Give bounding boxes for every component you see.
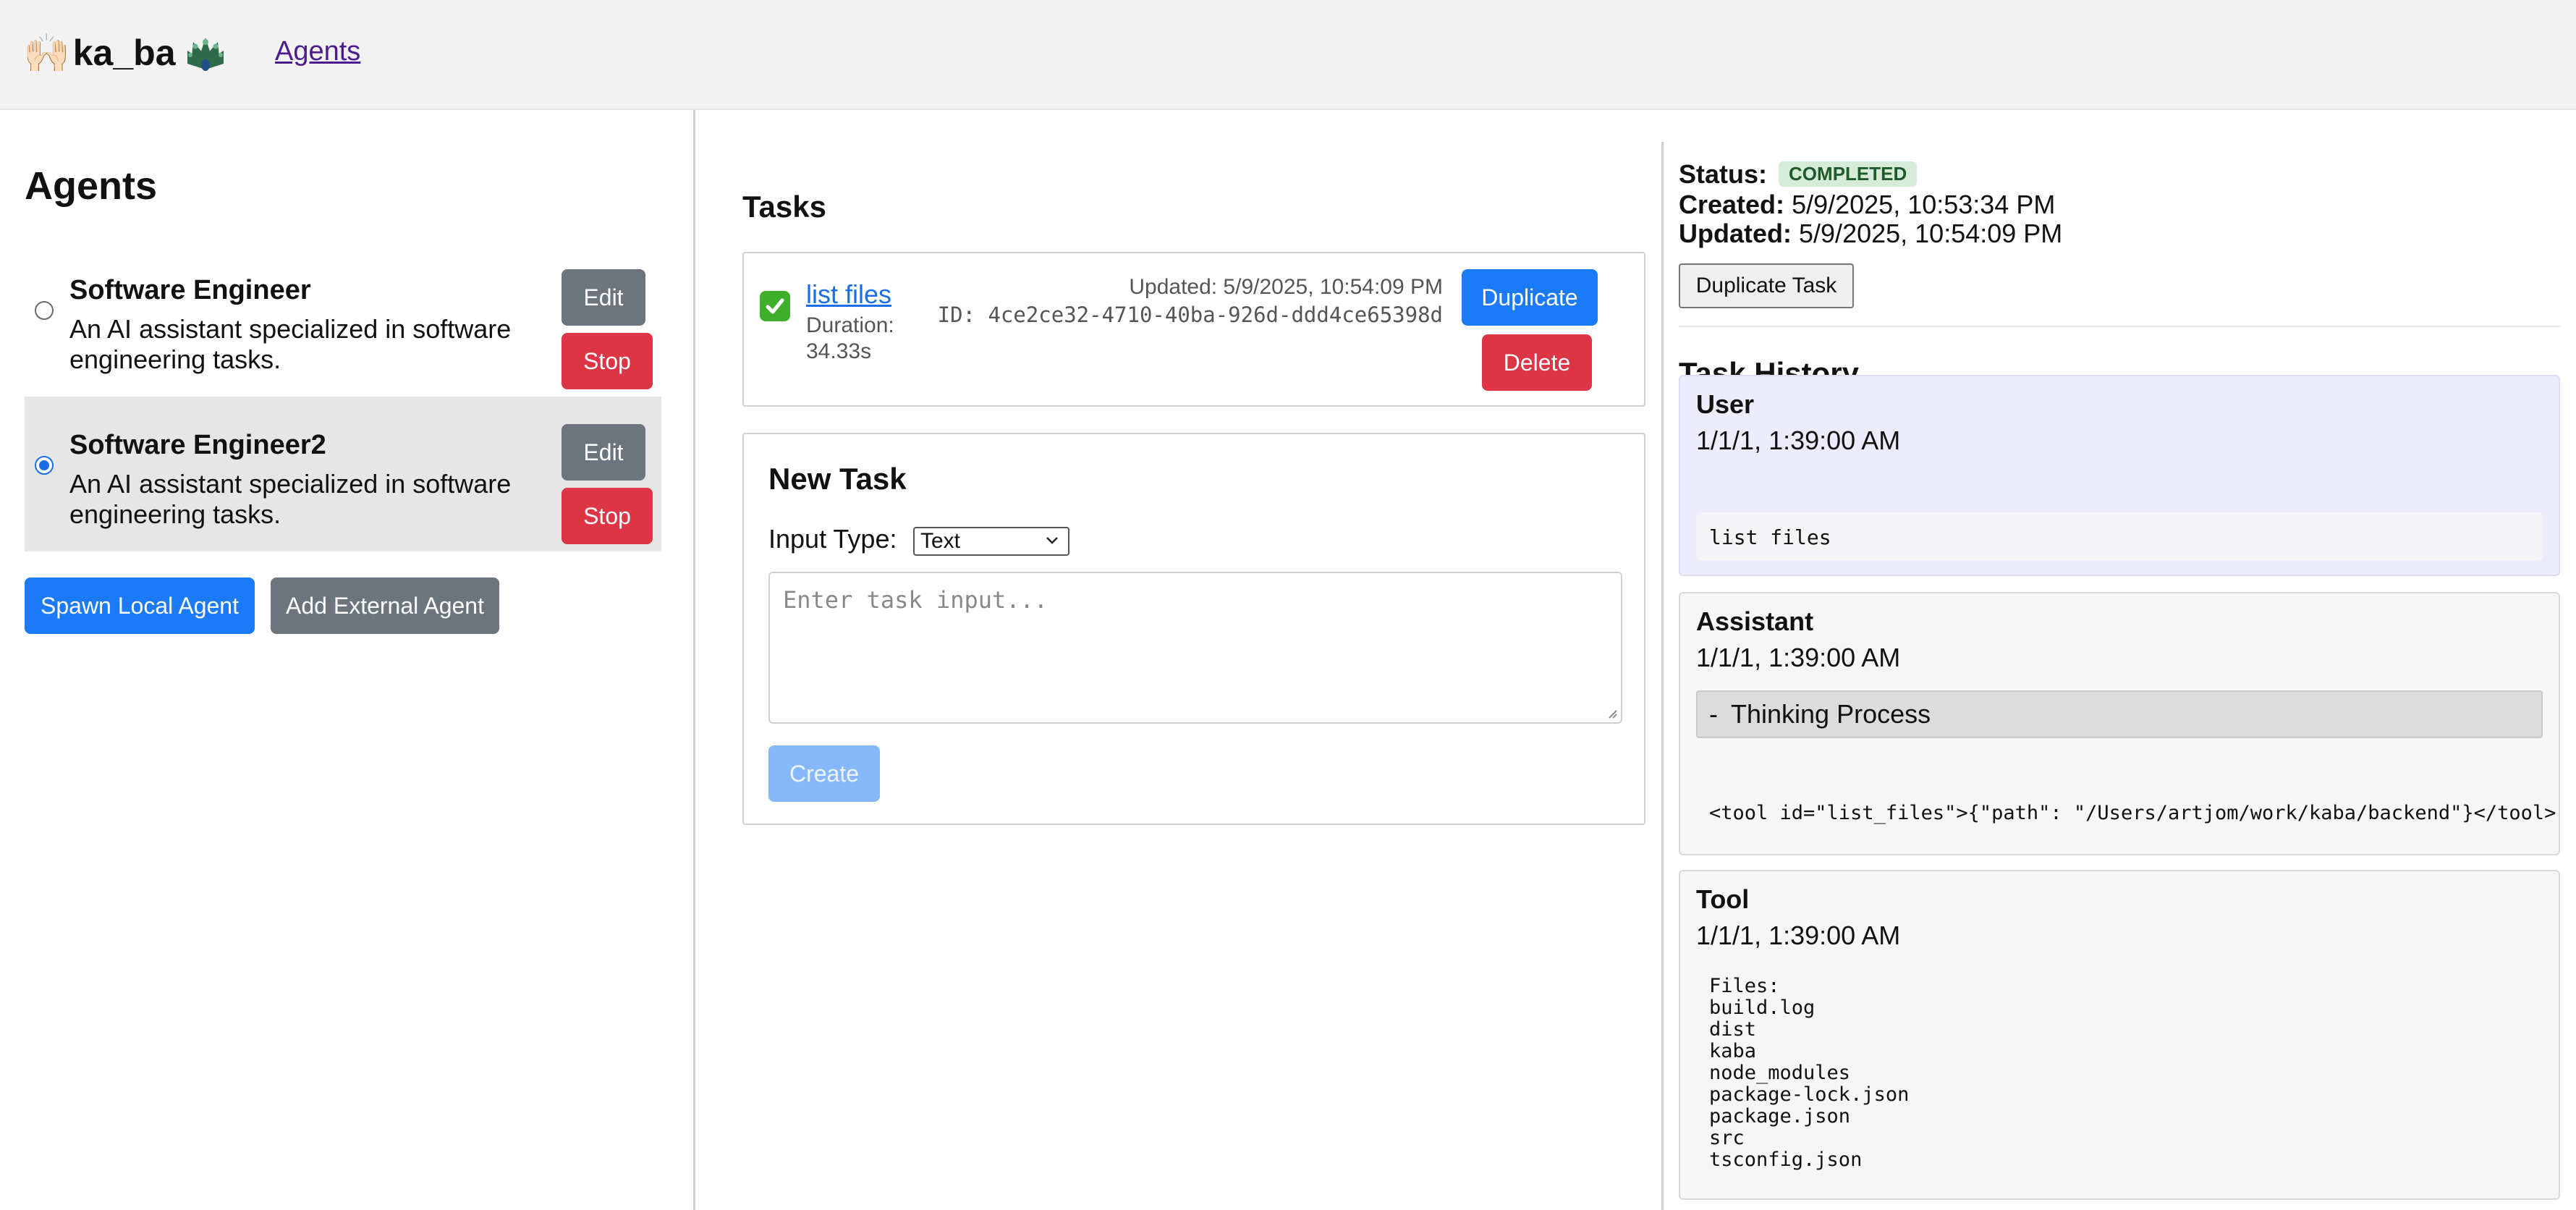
message-content: list files	[1696, 512, 2543, 560]
task-duration: Duration: 34.33s	[806, 313, 929, 365]
task-card: list files Duration: 34.33s Updated: 5/9…	[742, 252, 1645, 407]
chevron-down-icon	[1046, 537, 1058, 544]
message-time: 1/1/1, 1:39:00 AM	[1696, 426, 1901, 455]
message-time: 1/1/1, 1:39:00 AM	[1696, 921, 1901, 950]
updated-value: 5/9/2025, 10:54:09 PM	[1799, 219, 2063, 248]
stop-agent-button[interactable]: Stop	[562, 488, 653, 544]
agent-name: Software Engineer2	[69, 430, 326, 460]
duration-value: 34.33s	[806, 339, 872, 363]
top-navbar: 🙌🏻 ka_ba Agents	[0, 0, 2576, 110]
edit-agent-button[interactable]: Edit	[562, 269, 645, 326]
message-role: User	[1696, 389, 1755, 419]
task-input-placeholder: Enter task input...	[783, 586, 1048, 614]
task-name-link[interactable]: list files	[806, 279, 891, 310]
duplicate-task-detail-button[interactable]: Duplicate Task	[1679, 263, 1854, 308]
edit-agent-button[interactable]: Edit	[562, 424, 645, 481]
raised-hands-icon: 🙌🏻	[23, 32, 70, 75]
created-label: Created:	[1679, 190, 1785, 219]
brand-logo[interactable]: 🙌🏻 ka_ba	[23, 29, 226, 77]
tool-output: Files: build.log dist kaba node_modules …	[1709, 975, 1910, 1171]
agent-radio[interactable]	[35, 456, 54, 475]
input-type-label: Input Type:	[768, 524, 897, 554]
check-icon	[760, 291, 790, 321]
nav-agents-link[interactable]: Agents	[275, 36, 360, 67]
column-divider	[693, 110, 695, 1210]
history-message-assistant: Assistant 1/1/1, 1:39:00 AM - Thinking P…	[1679, 592, 2560, 855]
status-badge: COMPLETED	[1779, 161, 1918, 187]
brand-name: ka_ba	[72, 33, 176, 73]
input-type-select[interactable]: Text	[913, 527, 1069, 556]
message-time: 1/1/1, 1:39:00 AM	[1696, 643, 1901, 672]
delete-task-button[interactable]: Delete	[1482, 334, 1592, 391]
updated-label: Updated:	[1679, 219, 1792, 248]
peacock-icon	[187, 38, 224, 71]
history-message-user: User 1/1/1, 1:39:00 AM list files	[1679, 375, 2560, 576]
tool-call-code: <tool id="list_files">{"path": "/Users/a…	[1709, 802, 2556, 824]
resize-grip-icon[interactable]	[1605, 706, 1618, 719]
created-value: 5/9/2025, 10:53:34 PM	[1792, 190, 2056, 219]
duplicate-task-button[interactable]: Duplicate	[1462, 269, 1598, 326]
divider	[1679, 326, 2560, 327]
status-label: Status:	[1679, 159, 1768, 189]
add-external-agent-button[interactable]: Add External Agent	[271, 578, 499, 634]
stop-agent-button[interactable]: Stop	[562, 333, 653, 389]
duration-label: Duration:	[806, 313, 894, 337]
agent-description: An AI assistant specialized in software …	[69, 469, 512, 529]
message-role: Tool	[1696, 884, 1750, 914]
input-type-value: Text	[920, 529, 961, 553]
create-task-button[interactable]: Create	[768, 745, 880, 802]
created-line: Created: 5/9/2025, 10:53:34 PM	[1679, 190, 2055, 220]
column-divider	[1661, 142, 1664, 1210]
new-task-heading: New Task	[768, 462, 907, 496]
agent-description: An AI assistant specialized in software …	[69, 314, 512, 374]
task-id: ID: 4ce2ce32-4710-40ba-926d-ddd4ce65398d	[937, 302, 1443, 327]
task-input-textarea[interactable]: Enter task input...	[768, 572, 1622, 724]
agent-name: Software Engineer	[69, 275, 311, 305]
thinking-process-toggle[interactable]: - Thinking Process	[1696, 690, 2543, 738]
history-message-tool: Tool 1/1/1, 1:39:00 AM Files: build.log …	[1679, 870, 2560, 1200]
thinking-process-label: Thinking Process	[1731, 699, 1931, 729]
spawn-local-agent-button[interactable]: Spawn Local Agent	[25, 578, 255, 634]
agents-heading: Agents	[25, 164, 158, 208]
agent-item-selected[interactable]: Software Engineer2 An AI assistant speci…	[25, 397, 661, 551]
message-role: Assistant	[1696, 606, 1814, 636]
agent-radio[interactable]	[35, 301, 54, 320]
tasks-heading: Tasks	[742, 190, 826, 224]
collapse-icon: -	[1709, 699, 1718, 729]
agent-item[interactable]: Software Engineer An AI assistant specia…	[25, 242, 661, 397]
status-line: Status: COMPLETED	[1679, 159, 1918, 190]
updated-line: Updated: 5/9/2025, 10:54:09 PM	[1679, 219, 2062, 249]
new-task-form: New Task Input Type: Text Enter task inp…	[742, 433, 1645, 825]
task-updated: Updated: 5/9/2025, 10:54:09 PM	[1129, 275, 1443, 299]
